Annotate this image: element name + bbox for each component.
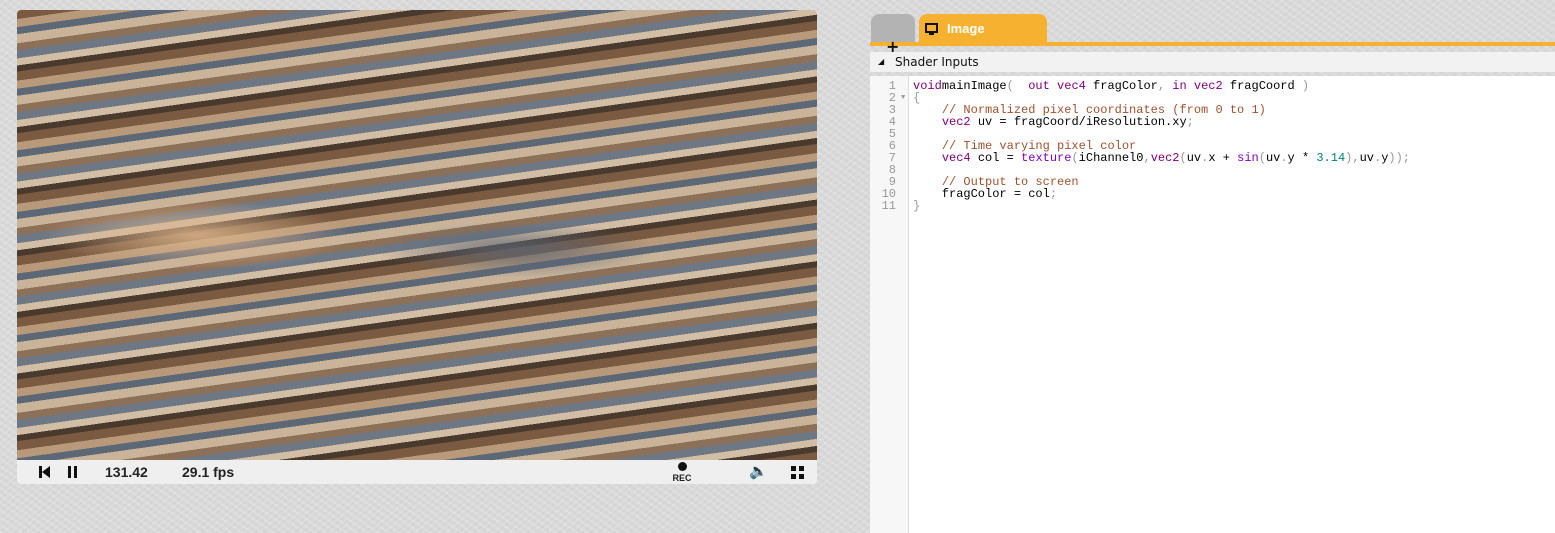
player-controls: 131.42 29.1 fps REC 🔈 xyxy=(17,460,817,484)
code-line: voidmainImage( out vec4 fragColor, in ve… xyxy=(913,80,1309,92)
code-line: } xyxy=(913,200,920,212)
editor-panel: Image + ◢ Shader Inputs 1 voidmainImage( … xyxy=(870,0,1555,533)
line-number: 11 xyxy=(881,199,896,213)
fold-arrow-icon[interactable]: ▼ xyxy=(901,94,905,102)
shader-canvas[interactable] xyxy=(17,10,817,460)
code-token: . xyxy=(1280,151,1288,165)
tab-underline xyxy=(870,42,1555,46)
tab-image[interactable]: Image xyxy=(919,14,1047,42)
code-token: ), xyxy=(1345,151,1360,165)
code-token: fragCoord xyxy=(1229,79,1302,93)
code-token: ( xyxy=(1071,151,1079,165)
tab-image-label: Image xyxy=(947,21,985,36)
code-token: ; xyxy=(1049,187,1058,201)
monitor-icon xyxy=(925,23,938,35)
code-token: fragColor = col xyxy=(913,187,1050,201)
code-token: sin xyxy=(1237,151,1259,165)
code-token: 3.14 xyxy=(1316,151,1346,165)
code-token: out vec4 xyxy=(1028,79,1086,93)
code-token: x + xyxy=(1208,151,1238,165)
code-token: fragColor xyxy=(1093,79,1158,93)
code-token: uv xyxy=(1265,151,1281,165)
shader-inputs-toggle[interactable]: ◢ Shader Inputs xyxy=(870,52,1555,72)
pause-button[interactable] xyxy=(67,460,78,484)
collapse-triangle-icon: ◢ xyxy=(878,57,885,66)
code-token: vec2 xyxy=(1150,151,1180,165)
fullscreen-button[interactable] xyxy=(791,460,804,484)
code-token: uv = fragCoord/iResolution.xy xyxy=(970,115,1187,129)
code-line: vec4 col = texture(iChannel0,vec2(uv.x +… xyxy=(913,152,1410,164)
fps-display: 29.1 fps xyxy=(182,464,235,480)
code-token: , xyxy=(1157,79,1166,93)
code-token: )); xyxy=(1388,151,1410,165)
code-token: , xyxy=(1143,151,1151,165)
code-token: in vec2 xyxy=(1172,79,1223,93)
code-token: ; xyxy=(1186,115,1194,129)
code-token: ( xyxy=(1258,151,1266,165)
shader-inputs-label: Shader Inputs xyxy=(895,55,979,69)
code-line: vec2 uv = fragCoord/iResolution.xy; xyxy=(913,116,1194,128)
code-token: texture xyxy=(1021,151,1072,165)
code-line: fragColor = col; xyxy=(913,188,1057,200)
volume-icon[interactable]: 🔈 xyxy=(749,460,768,484)
code-token: uv xyxy=(1186,151,1202,165)
record-label: REC xyxy=(672,473,692,483)
code-token: ( xyxy=(1179,151,1187,165)
code-token: mainImage xyxy=(941,79,1007,93)
code-token: uv xyxy=(1359,151,1374,165)
rewind-button[interactable] xyxy=(39,460,51,484)
code-token: } xyxy=(913,199,921,213)
code-token: y * xyxy=(1287,151,1317,165)
time-display: 131.42 xyxy=(105,464,148,480)
code-token: vec2 xyxy=(941,115,971,129)
shader-player: 131.42 29.1 fps REC 🔈 xyxy=(17,10,817,484)
code-token: vec4 xyxy=(941,151,971,165)
code-token: ) xyxy=(1301,79,1310,93)
code-token: ( xyxy=(1006,79,1014,93)
code-editor[interactable]: 1 voidmainImage( out vec4 fragColor, in v… xyxy=(870,76,1555,533)
record-button[interactable]: REC xyxy=(671,460,693,484)
code-token: iChannel0 xyxy=(1078,151,1144,165)
record-icon xyxy=(677,462,687,471)
code-token: col = xyxy=(970,151,1022,165)
